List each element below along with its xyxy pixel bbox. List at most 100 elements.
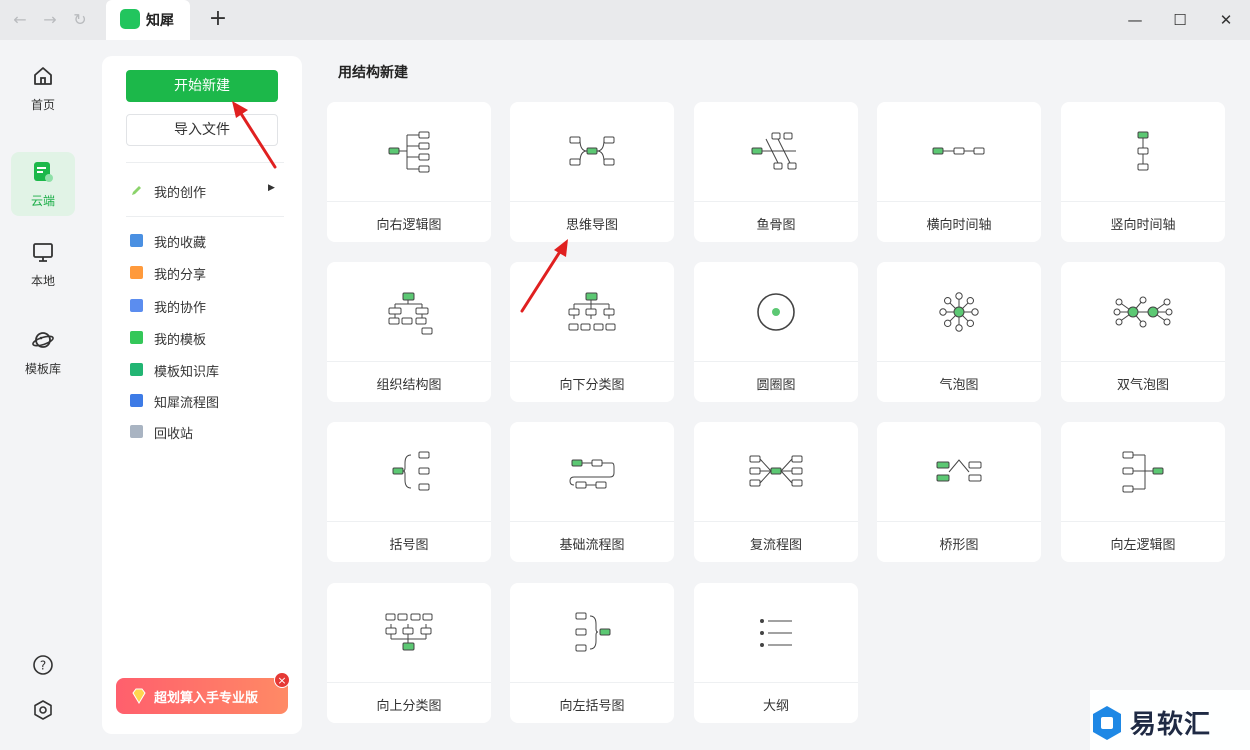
card-label: 向下分类图 bbox=[559, 378, 625, 393]
template-card[interactable]: 基础流程图 bbox=[510, 422, 674, 562]
card-divider bbox=[510, 521, 674, 522]
card-label: 组织结构图 bbox=[376, 378, 442, 393]
help-icon[interactable]: ? bbox=[32, 654, 54, 676]
timeline-vertical-icon bbox=[1137, 131, 1149, 171]
timeline-horizontal-icon bbox=[932, 147, 985, 155]
home-icon bbox=[34, 67, 52, 85]
menu-item-icon bbox=[130, 299, 143, 312]
settings-icon[interactable] bbox=[32, 699, 54, 721]
menu-item-icon bbox=[130, 394, 143, 407]
menu-my-creations[interactable]: 我的创作 ▶ bbox=[126, 179, 286, 203]
card-divider bbox=[694, 201, 858, 202]
divider bbox=[126, 162, 284, 163]
card-label: 复流程图 bbox=[749, 538, 802, 553]
menu-item-label: 我的协作 bbox=[154, 301, 207, 316]
card-label: 气泡图 bbox=[939, 378, 979, 393]
app-tab[interactable]: 知犀 bbox=[106, 0, 190, 40]
menu-item-label: 知犀流程图 bbox=[154, 396, 220, 411]
card-label: 思维导图 bbox=[565, 218, 618, 233]
card-label: 圆圈图 bbox=[756, 378, 796, 393]
close-button[interactable]: ✕ bbox=[1214, 8, 1238, 32]
card-divider bbox=[694, 682, 858, 683]
brace-map-icon bbox=[392, 451, 430, 491]
menu-item[interactable]: 我的协作 bbox=[126, 294, 286, 318]
rail-item-home[interactable]: 首页 bbox=[11, 56, 75, 120]
card-divider bbox=[327, 361, 491, 362]
card-divider bbox=[327, 682, 491, 683]
menu-item[interactable]: 我的分享 bbox=[126, 261, 286, 285]
planet-icon bbox=[32, 332, 54, 348]
template-card[interactable]: 向右逻辑图 bbox=[327, 102, 491, 242]
template-card[interactable]: 竖向时间轴 bbox=[1061, 102, 1225, 242]
card-label: 桥形图 bbox=[939, 538, 979, 553]
forward-icon[interactable]: → bbox=[39, 9, 61, 31]
double-bubble-icon bbox=[1113, 296, 1173, 328]
template-card[interactable]: 桥形图 bbox=[877, 422, 1041, 562]
menu-item[interactable]: 模板知识库 bbox=[126, 358, 286, 382]
template-card[interactable]: 双气泡图 bbox=[1061, 262, 1225, 402]
card-divider bbox=[1061, 201, 1225, 202]
template-card[interactable]: 复流程图 bbox=[694, 422, 858, 562]
rail-item-cloud[interactable]: 云端 bbox=[11, 152, 75, 216]
card-label: 基础流程图 bbox=[559, 538, 625, 553]
template-card[interactable]: 括号图 bbox=[327, 422, 491, 562]
bubble-map-icon bbox=[939, 292, 979, 332]
template-card[interactable]: 气泡图 bbox=[877, 262, 1041, 402]
card-divider bbox=[694, 521, 858, 522]
menu-item-label: 回收站 bbox=[154, 427, 194, 442]
card-divider bbox=[327, 521, 491, 522]
card-label: 横向时间轴 bbox=[926, 218, 992, 233]
menu-item[interactable]: 回收站 bbox=[126, 420, 286, 444]
promo-banner[interactable]: 超划算入手专业版 × bbox=[116, 672, 290, 714]
basic-flow-icon bbox=[569, 459, 615, 489]
card-label: 向左括号图 bbox=[559, 699, 625, 714]
rail-label: 本地 bbox=[30, 274, 55, 288]
promo-close-button[interactable]: × bbox=[274, 672, 290, 688]
import-file-button[interactable]: 导入文件 bbox=[126, 114, 278, 146]
minimize-button[interactable]: — bbox=[1123, 8, 1147, 32]
refresh-icon[interactable]: ↻ bbox=[69, 9, 91, 31]
logic-right-icon bbox=[388, 131, 430, 173]
menu-item-icon bbox=[130, 234, 143, 247]
circle-map-icon bbox=[757, 293, 795, 331]
template-card[interactable]: 向下分类图 bbox=[510, 262, 674, 402]
template-card[interactable]: 思维导图 bbox=[510, 102, 674, 242]
card-divider bbox=[1061, 521, 1225, 522]
left-rail: 首页 云端 本地 模板库 ? bbox=[0, 40, 86, 750]
template-card[interactable]: 向上分类图 bbox=[327, 583, 491, 723]
multi-flow-icon bbox=[749, 455, 803, 487]
menu-item-icon bbox=[130, 425, 143, 438]
svg-text:?: ? bbox=[40, 659, 46, 673]
bridge-map-icon bbox=[936, 459, 982, 482]
template-card[interactable]: 圆圈图 bbox=[694, 262, 858, 402]
fishbone-icon bbox=[751, 132, 797, 170]
menu-label: 我的创作 bbox=[154, 186, 207, 201]
title-bar: ← → ↻ 知犀 + — ☐ ✕ bbox=[0, 0, 1250, 40]
card-label: 括号图 bbox=[389, 538, 429, 553]
card-label: 竖向时间轴 bbox=[1110, 218, 1176, 233]
template-card[interactable]: 向左括号图 bbox=[510, 583, 674, 723]
menu-item[interactable]: 我的模板 bbox=[126, 326, 286, 350]
rail-item-local[interactable]: 本地 bbox=[11, 232, 75, 296]
back-icon[interactable]: ← bbox=[9, 9, 31, 31]
template-card[interactable]: 横向时间轴 bbox=[877, 102, 1041, 242]
card-label: 向左逻辑图 bbox=[1110, 538, 1176, 553]
watermark: 易软汇 bbox=[1090, 690, 1250, 750]
card-divider bbox=[1061, 361, 1225, 362]
rail-item-templates[interactable]: 模板库 bbox=[11, 320, 75, 384]
template-card[interactable]: 向左逻辑图 bbox=[1061, 422, 1225, 562]
start-new-button[interactable]: 开始新建 bbox=[126, 70, 278, 102]
rail-label: 首页 bbox=[30, 98, 55, 112]
logic-left-icon bbox=[1122, 451, 1164, 493]
new-tab-button[interactable]: + bbox=[206, 6, 230, 32]
template-card[interactable]: 组织结构图 bbox=[327, 262, 491, 402]
menu-item[interactable]: 我的收藏 bbox=[126, 229, 286, 253]
watermark-logo-icon bbox=[1093, 706, 1121, 740]
template-card[interactable]: 鱼骨图 bbox=[694, 102, 858, 242]
template-card[interactable]: 大纲 bbox=[694, 583, 858, 723]
mindmap-icon bbox=[569, 136, 615, 166]
pencil-icon bbox=[132, 186, 141, 195]
menu-item[interactable]: 知犀流程图 bbox=[126, 389, 286, 413]
maximize-button[interactable]: ☐ bbox=[1168, 8, 1192, 32]
menu-item-icon bbox=[130, 331, 143, 344]
